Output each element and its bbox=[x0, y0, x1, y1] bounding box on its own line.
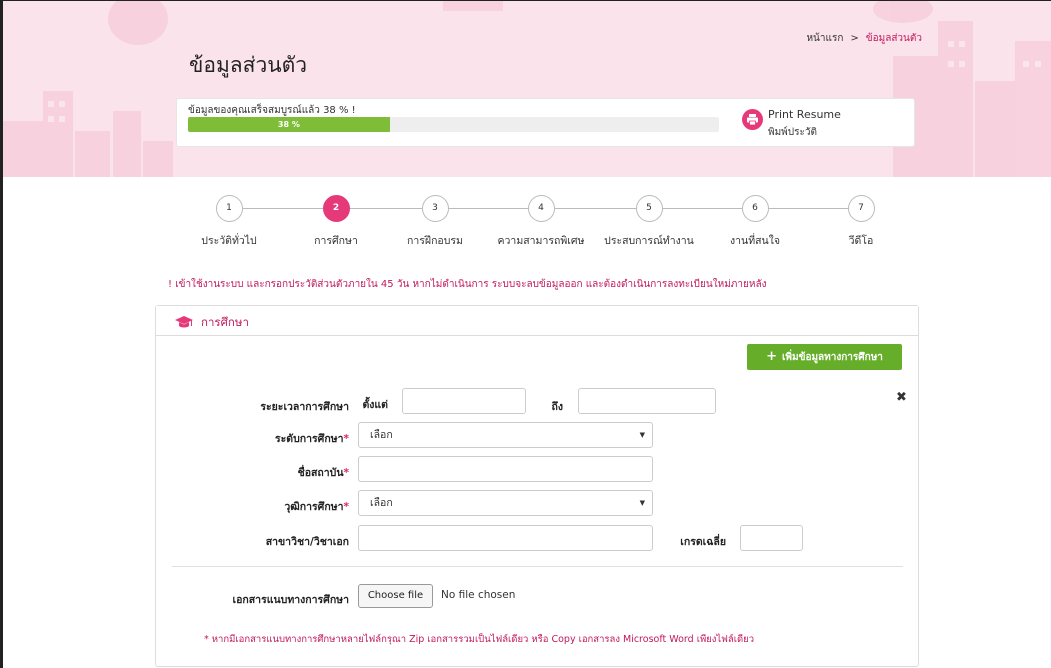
step-number: 4 bbox=[527, 195, 555, 222]
page-frame: หน้าแรก > ข้อมูลส่วนตัว ข้อมูลส่วนตัว ข้อม… bbox=[0, 0, 1051, 668]
completion-progress-bar: 38 % bbox=[188, 117, 719, 132]
breadcrumb-home-link[interactable]: หน้าแรก bbox=[806, 33, 843, 44]
period-from-input[interactable] bbox=[402, 388, 526, 414]
attachment-note: * หากมีเอกสารแนบทางการศึกษาหลายไฟล์กรุณา… bbox=[204, 634, 755, 645]
step-number: 1 bbox=[215, 195, 243, 222]
required-mark: * bbox=[343, 433, 350, 445]
hero-banner: หน้าแรก > ข้อมูลส่วนตัว ข้อมูลส่วนตัว ข้อม… bbox=[3, 1, 1051, 177]
step-label: งานที่สนใจ bbox=[730, 235, 780, 247]
institution-label-text: ชื่อสถาบัน bbox=[297, 467, 344, 479]
step-number: 5 bbox=[635, 195, 663, 222]
step-7[interactable]: 7 วีดีโอ bbox=[801, 195, 921, 249]
degree-label: วุฒิการศึกษา* bbox=[236, 498, 349, 515]
warning-message: ! เข้าใช้งานระบบ และกรอกประวัติส่วนตัวภา… bbox=[168, 279, 767, 290]
institution-input[interactable] bbox=[358, 456, 653, 482]
major-label: สาขาวิชา/วิชาเอก bbox=[265, 536, 349, 548]
institution-label: ชื่อสถาบัน* bbox=[236, 464, 349, 481]
attachment-label: เอกสารแนบทางการศึกษา bbox=[232, 594, 349, 606]
education-level-label-text: ระดับการศึกษา bbox=[275, 433, 344, 445]
choose-file-button[interactable]: Choose file bbox=[358, 584, 433, 608]
breadcrumb-separator: > bbox=[850, 33, 859, 44]
remove-entry-icon[interactable]: ✖ bbox=[896, 390, 907, 405]
chevron-down-icon: ▼ bbox=[639, 431, 645, 439]
degree-select[interactable]: เลือก ▼ bbox=[358, 490, 653, 516]
period-to-input[interactable] bbox=[578, 388, 716, 414]
page-title: ข้อมูลส่วนตัว bbox=[189, 53, 308, 77]
step-label: วีดีโอ bbox=[848, 235, 874, 247]
add-education-label: เพิ่มข้อมูลทางการศึกษา bbox=[782, 352, 883, 363]
major-input[interactable] bbox=[358, 525, 653, 551]
panel-title: การศึกษา bbox=[201, 315, 249, 329]
printer-icon[interactable] bbox=[742, 109, 763, 130]
required-mark: * bbox=[343, 467, 350, 479]
step-label: ประสบการณ์ทำงาน bbox=[604, 235, 694, 247]
to-label: ถึง bbox=[551, 401, 563, 413]
step-label: ความสามารถพิเศษ bbox=[497, 235, 585, 247]
gpa-label: เกรดเฉลี่ย bbox=[680, 536, 726, 548]
step-3[interactable]: 3 การฝึกอบรม bbox=[375, 195, 495, 249]
step-number: 7 bbox=[847, 195, 875, 222]
required-mark: * bbox=[343, 501, 350, 513]
education-level-selected: เลือก bbox=[370, 429, 393, 441]
print-resume-link[interactable]: Print Resume bbox=[768, 108, 841, 121]
from-label: ตั้งแต่ bbox=[362, 399, 388, 411]
completion-progress-fill: 38 % bbox=[188, 117, 390, 132]
degree-selected: เลือก bbox=[370, 497, 393, 509]
section-divider bbox=[172, 566, 903, 567]
completion-label: ข้อมูลของคุณเสร็จสมบูรณ์แล้ว 38 % ! bbox=[188, 105, 356, 116]
add-education-button[interactable]: + เพิ่มข้อมูลทางการศึกษา bbox=[747, 344, 902, 370]
period-label: ระยะเวลาการศึกษา bbox=[260, 401, 349, 413]
panel-header: การศึกษา bbox=[156, 306, 918, 336]
education-level-label: ระดับการศึกษา* bbox=[236, 430, 349, 447]
print-resume-thai-link[interactable]: พิมพ์ประวัติ bbox=[768, 125, 817, 140]
completion-card: ข้อมูลของคุณเสร็จสมบูรณ์แล้ว 38 % ! 38 %… bbox=[176, 98, 915, 147]
plus-icon: + bbox=[766, 349, 777, 364]
step-number: 3 bbox=[421, 195, 449, 222]
step-1[interactable]: 1 ประวัติทั่วไป bbox=[169, 195, 289, 249]
education-level-select[interactable]: เลือก ▼ bbox=[358, 422, 653, 448]
step-label: ประวัติทั่วไป bbox=[201, 235, 257, 247]
breadcrumb-current[interactable]: ข้อมูลส่วนตัว bbox=[866, 33, 922, 44]
breadcrumb: หน้าแรก > ข้อมูลส่วนตัว bbox=[806, 31, 922, 46]
step-label: การฝึกอบรม bbox=[407, 235, 463, 247]
step-number: 6 bbox=[741, 195, 769, 222]
step-number: 2 bbox=[322, 195, 350, 222]
city-skyline-illustration bbox=[3, 1, 1051, 177]
gpa-input[interactable] bbox=[740, 525, 803, 551]
degree-label-text: วุฒิการศึกษา bbox=[284, 501, 344, 513]
file-status: No file chosen bbox=[441, 589, 516, 601]
step-5[interactable]: 5 ประสบการณ์ทำงาน bbox=[589, 195, 709, 249]
step-4[interactable]: 4 ความสามารถพิเศษ bbox=[481, 195, 601, 249]
chevron-down-icon: ▼ bbox=[639, 499, 645, 507]
education-panel: การศึกษา + เพิ่มข้อมูลทางการศึกษา ✖ ระยะเ… bbox=[155, 305, 919, 667]
step-6[interactable]: 6 งานที่สนใจ bbox=[695, 195, 815, 249]
graduation-cap-icon bbox=[175, 314, 193, 333]
